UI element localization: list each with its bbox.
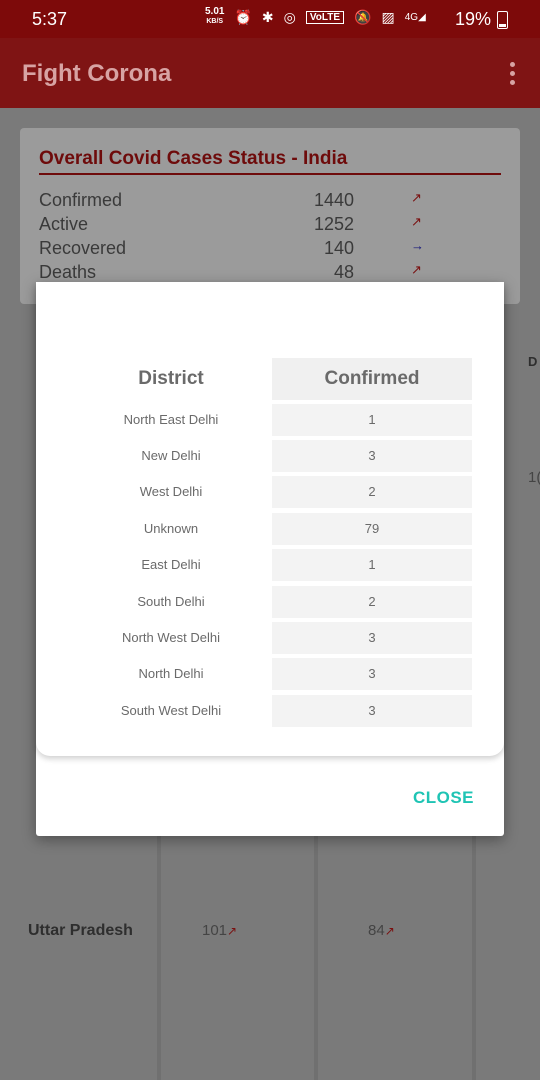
confirmed-cell: 3 bbox=[272, 622, 472, 654]
trend-up-icon: ↗ bbox=[384, 924, 395, 938]
no-sim-icon: ▨ bbox=[381, 8, 395, 25]
app-bar: Fight Corona bbox=[0, 38, 540, 108]
overall-status-card: Overall Covid Cases Status - India Confi… bbox=[20, 128, 520, 304]
trend-flat-icon: → bbox=[411, 238, 424, 253]
signal-icon: 4G◢ bbox=[404, 11, 426, 23]
state-name-cell[interactable]: Uttar Pradesh bbox=[28, 922, 133, 940]
bluetooth-icon: ✱ bbox=[261, 8, 274, 25]
confirmed-cell: 79 bbox=[272, 513, 472, 545]
battery-icon bbox=[497, 10, 508, 29]
table-cell-partial: 1( bbox=[528, 469, 540, 486]
district-table: District Confirmed North East Delhi 1 Ne… bbox=[36, 282, 504, 756]
column-header-confirmed: Confirmed bbox=[272, 358, 472, 400]
confirmed-cell: 2 bbox=[272, 476, 472, 508]
status-bar: 5:37 5.01 KB/S ⏰ ✱ ◎ VoLTE 🔕 ▨ 4G◢ 19% bbox=[0, 0, 540, 38]
app-title: Fight Corona bbox=[22, 60, 172, 87]
battery-status: 19% bbox=[455, 9, 508, 30]
table-row: Unknown 79 bbox=[36, 513, 504, 545]
district-cell: North Delhi bbox=[138, 666, 204, 681]
district-cell: East Delhi bbox=[141, 557, 201, 572]
overall-status-title: Overall Covid Cases Status - India bbox=[39, 148, 501, 175]
district-cell: South Delhi bbox=[137, 594, 205, 609]
trend-up-icon: ↗ bbox=[411, 190, 422, 205]
table-row: North West Delhi 3 bbox=[36, 622, 504, 654]
table-row: South West Delhi 3 bbox=[36, 695, 504, 727]
state-confirmed-cell: 101↗ bbox=[202, 922, 238, 939]
district-dialog: District Confirmed North East Delhi 1 Ne… bbox=[36, 282, 504, 836]
network-speed: 5.01 KB/S bbox=[205, 6, 225, 26]
table-row: North East Delhi 1 bbox=[36, 404, 504, 436]
trend-up-icon: ↗ bbox=[411, 262, 422, 277]
table-row: New Delhi 3 bbox=[36, 440, 504, 472]
mute-icon: 🔕 bbox=[354, 8, 372, 25]
district-cell: North East Delhi bbox=[123, 412, 219, 427]
trend-up-icon: ↗ bbox=[411, 214, 422, 229]
confirmed-cell: 1 bbox=[272, 404, 472, 436]
battery-percent: 19% bbox=[454, 9, 491, 29]
status-icons: 5.01 KB/S ⏰ ✱ ◎ VoLTE 🔕 ▨ 4G◢ bbox=[205, 7, 426, 27]
confirmed-cell: 3 bbox=[272, 695, 472, 727]
trend-up-icon: ↗ bbox=[227, 924, 238, 938]
confirmed-cell: 1 bbox=[272, 549, 472, 581]
status-time: 5:37 bbox=[32, 9, 68, 29]
table-row: East Delhi 1 bbox=[36, 549, 504, 581]
district-cell: New Delhi bbox=[141, 448, 201, 463]
confirmed-cell: 2 bbox=[272, 586, 472, 618]
district-cell: Unknown bbox=[143, 521, 199, 536]
confirmed-cell: 3 bbox=[272, 658, 472, 690]
volte-badge: VoLTE bbox=[305, 10, 345, 24]
overflow-menu-icon[interactable] bbox=[510, 62, 516, 89]
district-cell: West Delhi bbox=[139, 484, 203, 499]
district-cell: North West Delhi bbox=[121, 630, 220, 645]
confirmed-cell: 3 bbox=[272, 440, 472, 472]
table-header-partial: D bbox=[528, 354, 538, 369]
state-active-cell: 84↗ bbox=[368, 922, 395, 939]
table-row: West Delhi 2 bbox=[36, 476, 504, 508]
hotspot-icon: ◎ bbox=[283, 8, 296, 25]
alarm-icon: ⏰ bbox=[234, 8, 252, 25]
table-row: North Delhi 3 bbox=[36, 658, 504, 690]
table-row: South Delhi 2 bbox=[36, 586, 504, 618]
close-button[interactable]: CLOSE bbox=[413, 788, 474, 808]
district-cell: South West Delhi bbox=[120, 703, 222, 718]
column-header-district: District bbox=[138, 368, 204, 389]
